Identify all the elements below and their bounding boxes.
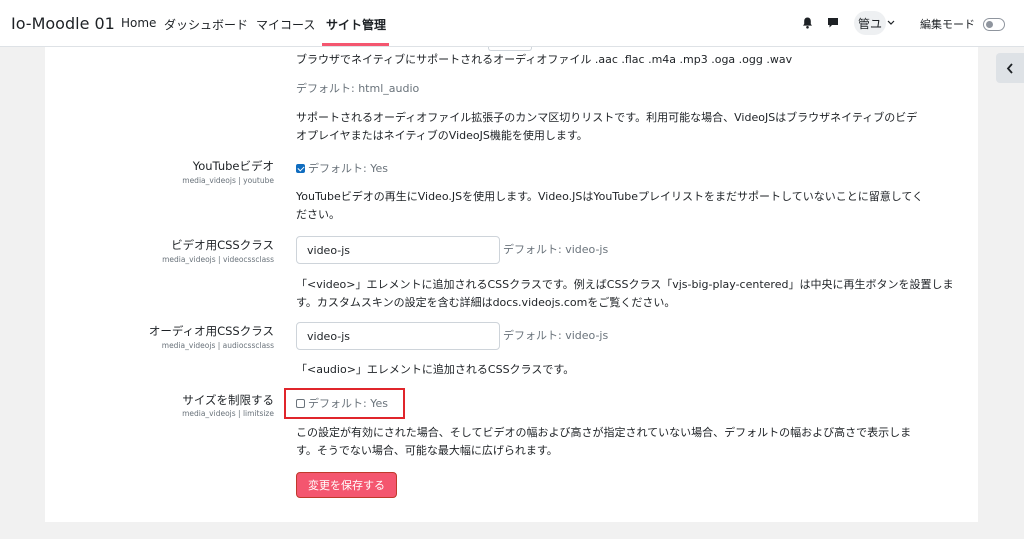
youtube-shortname: media_videojs | youtube: [182, 176, 274, 185]
audiocssclass-default: デフォルト: video-js: [503, 329, 609, 342]
videocssclass-shortname: media_videojs | videocssclass: [162, 255, 274, 264]
videocssclass-input[interactable]: [296, 236, 500, 264]
audiocssclass-label: オーディオ用CSSクラス: [148, 324, 274, 338]
site-brand[interactable]: Io-Moodle 01: [11, 14, 115, 33]
open-drawer-button[interactable]: [996, 53, 1024, 83]
audio-extensions-value: ブラウザでネイティブにサポートされるオーディオファイル .aac .flac .…: [296, 53, 793, 66]
edit-mode-label: 編集モード: [920, 18, 975, 31]
user-avatar[interactable]: 管ユ: [854, 11, 886, 35]
audiocssclass-input[interactable]: [296, 322, 500, 350]
nav-site-admin[interactable]: サイト管理: [326, 16, 386, 33]
chevron-left-icon: [1006, 62, 1013, 74]
bell-icon[interactable]: [800, 16, 814, 30]
youtube-default: デフォルト: Yes: [308, 162, 388, 175]
videocssclass-default: デフォルト: video-js: [503, 243, 609, 256]
videocssclass-description-line1: 「<video>」エレメントに追加されるCSSクラスです。例えばCSSクラス「v…: [296, 278, 954, 291]
youtube-checkbox[interactable]: [296, 164, 305, 173]
audio-extensions-default: デフォルト: html_audio: [296, 82, 420, 95]
nav-my-courses[interactable]: マイコース: [256, 16, 315, 33]
limitsize-description-line1: この設定が有効にされた場合、そしてビデオの幅および高さが指定されていない場合、デ…: [296, 426, 912, 439]
limitsize-checkbox[interactable]: [296, 399, 305, 408]
youtube-label: YouTubeビデオ: [192, 159, 274, 173]
audiocssclass-description-line1: 「<audio>」エレメントに追加されるCSSクラスです。: [296, 363, 575, 376]
edit-mode-toggle[interactable]: [983, 18, 1005, 31]
youtube-description-line1: YouTubeビデオの再生にVideo.JSを使用します。Video.JSはYo…: [296, 190, 924, 203]
limitsize-default: デフォルト: Yes: [308, 397, 388, 410]
limitsize-label: サイズを制限する: [182, 393, 274, 407]
active-nav-indicator: [322, 43, 389, 46]
videocssclass-label: ビデオ用CSSクラス: [171, 238, 274, 252]
videocssclass-description-line2: す。カスタムスキンの設定を含む詳細はdocs.videojs.comをご覧くださ…: [296, 296, 676, 309]
nav-dashboard[interactable]: ダッシュボード: [164, 16, 248, 33]
message-icon[interactable]: [826, 16, 840, 30]
save-changes-button[interactable]: 変更を保存する: [296, 472, 397, 498]
audiocssclass-shortname: media_videojs | audiocssclass: [161, 341, 274, 350]
nav-home[interactable]: Home: [121, 16, 156, 30]
audio-extensions-description-line2: オプレイヤまたはネイティブのVideoJS機能を使用します。: [296, 129, 588, 142]
top-navbar: Io-Moodle 01 Home ダッシュボード マイコース サイト管理 管ユ…: [0, 0, 1024, 47]
limitsize-description-line2: す。そうでない場合、可能な最大幅に広げられます。: [296, 444, 558, 457]
chevron-down-icon[interactable]: [886, 17, 896, 29]
limitsize-shortname: media_videojs | limitsize: [182, 409, 274, 418]
audio-extensions-description-line1: サポートされるオーディオファイル拡張子のカンマ区切りリストです。利用可能な場合、…: [296, 111, 918, 124]
youtube-description-line2: ださい。: [296, 208, 340, 221]
